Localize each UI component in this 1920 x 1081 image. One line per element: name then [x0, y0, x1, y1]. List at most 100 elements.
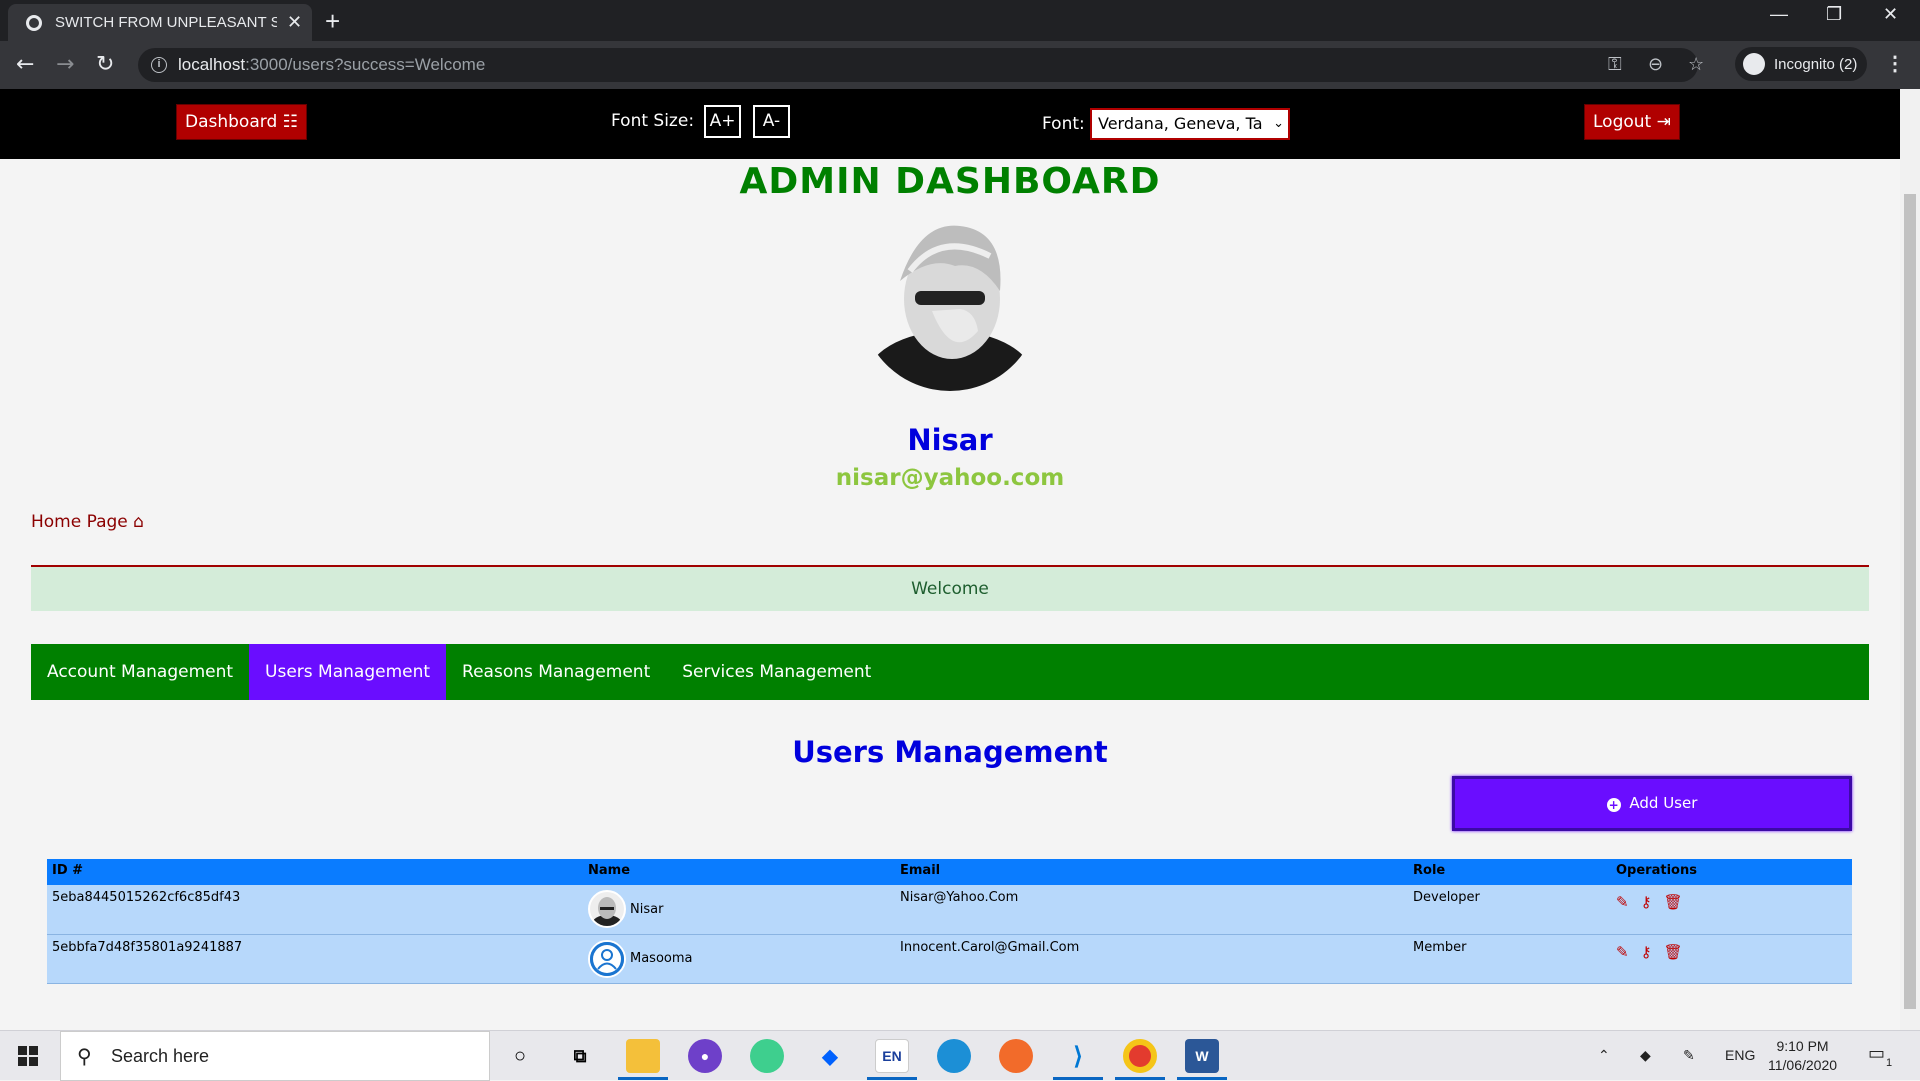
tray-pen-icon[interactable]: ✎	[1683, 1047, 1695, 1064]
bookmark-star-icon[interactable]: ☆	[1688, 54, 1704, 75]
cortana-icon[interactable]: ○	[503, 1039, 537, 1073]
atom-icon[interactable]	[750, 1039, 784, 1073]
page-title: ADMIN DASHBOARD	[739, 161, 1161, 202]
edge-icon[interactable]	[937, 1039, 971, 1073]
word-icon[interactable]: W	[1185, 1039, 1219, 1073]
edit-icon[interactable]: ✎	[1616, 943, 1629, 961]
profile-avatar	[860, 211, 1040, 391]
page-viewport: Dashboard ☷ Font Size: A+ A- Font: Verda…	[0, 89, 1900, 1030]
close-window-icon[interactable]: ✕	[1883, 4, 1898, 25]
browser-toolbar: ← → ↻ i localhost:3000/users?success=Wel…	[0, 41, 1920, 89]
os-taskbar: ⚲ Search here ○ ⧉ ● ◆ EN ⟩ W ⌃ ◆ ✎ ENG 9…	[0, 1030, 1920, 1081]
home-icon: ⌂	[133, 512, 144, 532]
search-icon: ⚲	[77, 1044, 92, 1068]
browser-tab[interactable]: SWITCH FROM UNPLEASANT SC ✕	[8, 4, 312, 41]
table-row: 5ebbfa7d48f35801a9241887 Masooma Innocen…	[47, 934, 1852, 984]
chevron-down-icon: ⌄	[1273, 116, 1284, 131]
user-avatar	[588, 939, 626, 978]
user-id-cell: 5eba8445015262cf6c85df43	[47, 885, 583, 935]
top-navbar: Dashboard ☷ Font Size: A+ A- Font: Verda…	[0, 89, 1900, 159]
tab-services-management[interactable]: Services Management	[666, 644, 887, 700]
language-app-icon[interactable]: EN	[875, 1039, 909, 1073]
forward-arrow-icon[interactable]: →	[56, 52, 74, 77]
user-role-cell: Member	[1408, 934, 1611, 984]
taskbar-search[interactable]: ⚲ Search here	[60, 1031, 490, 1081]
sign-out-icon: ⇥	[1656, 112, 1671, 132]
user-operations-cell: ✎ ⚷ 🗑	[1611, 885, 1852, 935]
font-label: Font:	[1042, 114, 1085, 134]
back-arrow-icon[interactable]: ←	[16, 52, 34, 77]
windows-start-icon[interactable]	[18, 1046, 38, 1066]
tray-chevron-up-icon[interactable]: ⌃	[1598, 1047, 1610, 1064]
key-icon[interactable]: ⚷	[1641, 893, 1652, 911]
notification-icon[interactable]: ▭	[1868, 1043, 1885, 1064]
notification-count: 1	[1886, 1057, 1893, 1069]
font-decrease-button[interactable]: A-	[753, 105, 790, 138]
column-header-email: Email	[895, 859, 1408, 885]
vscode-icon[interactable]: ⟩	[1061, 1039, 1095, 1073]
browser-menu-icon[interactable]: ⋮	[1885, 51, 1905, 76]
restore-icon[interactable]: ❐	[1826, 4, 1842, 25]
user-id-cell: 5ebbfa7d48f35801a9241887	[47, 934, 583, 984]
trash-icon[interactable]: 🗑	[1664, 893, 1683, 911]
user-email-cell: Innocent.Carol@Gmail.Com	[895, 934, 1408, 984]
dashboard-button[interactable]: Dashboard ☷	[176, 104, 307, 140]
tab-reasons-management[interactable]: Reasons Management	[446, 644, 666, 700]
task-view-icon[interactable]: ⧉	[563, 1039, 597, 1073]
user-operations-cell: ✎ ⚷ 🗑	[1611, 934, 1852, 984]
trash-icon[interactable]: 🗑	[1664, 943, 1683, 961]
zoom-icon[interactable]: ⊖	[1648, 54, 1663, 75]
reload-icon[interactable]: ↻	[96, 52, 114, 77]
key-icon[interactable]: ⚷	[1641, 943, 1652, 961]
incognito-badge[interactable]: Incognito (2)	[1735, 47, 1867, 81]
page-scrollbar[interactable]	[1900, 89, 1920, 1030]
file-explorer-icon[interactable]	[626, 1039, 660, 1073]
plus-circle-icon: +	[1606, 798, 1621, 812]
postman-icon[interactable]	[999, 1039, 1033, 1073]
column-header-id: ID #	[47, 859, 583, 885]
column-header-name: Name	[583, 859, 895, 885]
user-avatar	[588, 890, 626, 928]
font-increase-button[interactable]: A+	[704, 105, 741, 138]
column-header-role: Role	[1408, 859, 1611, 885]
users-table: ID # Name Email Role Operations 5eba8445…	[47, 859, 1852, 984]
home-page-link[interactable]: Home Page ⌂	[31, 512, 144, 532]
add-user-button[interactable]: + Add User	[1452, 776, 1852, 831]
tab-title: SWITCH FROM UNPLEASANT SC	[55, 14, 277, 31]
tray-dropbox-icon[interactable]: ◆	[1640, 1047, 1651, 1064]
font-size-label: Font Size:	[611, 111, 695, 131]
tab-account-management[interactable]: Account Management	[31, 644, 249, 700]
user-name-cell: Masooma	[583, 934, 895, 984]
minimize-icon[interactable]: —	[1770, 4, 1788, 25]
edit-icon[interactable]: ✎	[1616, 893, 1629, 911]
dropbox-icon[interactable]: ◆	[813, 1039, 847, 1073]
tab-users-management[interactable]: Users Management	[249, 644, 447, 700]
incognito-icon	[1743, 53, 1765, 75]
table-row: 5eba8445015262cf6c85df43 Nisar Nisar@Yah…	[47, 885, 1852, 935]
font-select[interactable]: Verdana, Geneva, Ta ⌄	[1090, 108, 1290, 140]
url-text[interactable]: localhost:3000/users?success=Welcome	[178, 55, 485, 75]
taskbar-clock[interactable]: 9:10 PM 11/06/2020	[1768, 1037, 1837, 1075]
profile-email: nisar@yahoo.com	[835, 465, 1065, 491]
logout-button[interactable]: Logout ⇥	[1584, 104, 1680, 140]
table-header-row: ID # Name Email Role Operations	[47, 859, 1852, 885]
close-tab-icon[interactable]: ✕	[287, 12, 302, 33]
browser-tabbar: SWITCH FROM UNPLEASANT SC ✕ + — ❐ ✕	[0, 0, 1920, 41]
new-tab-button[interactable]: +	[325, 6, 340, 37]
language-indicator[interactable]: ENG	[1725, 1047, 1755, 1063]
user-email-cell: Nisar@Yahoo.Com	[895, 885, 1408, 935]
user-role-cell: Developer	[1408, 885, 1611, 935]
scrollbar-thumb[interactable]	[1904, 194, 1916, 1009]
site-info-icon[interactable]: i	[151, 57, 167, 73]
chrome-icon[interactable]	[1123, 1039, 1157, 1073]
user-name-cell: Nisar	[583, 885, 895, 935]
github-icon[interactable]: ●	[688, 1039, 722, 1073]
welcome-alert: Welcome	[31, 567, 1869, 611]
address-bar[interactable]: i localhost:3000/users?success=Welcome ⚿…	[138, 48, 1704, 82]
management-tabs: Account Management Users Management Reas…	[31, 644, 1869, 700]
globe-icon	[26, 14, 42, 31]
list-icon: ☷	[282, 112, 298, 132]
section-title: Users Management	[792, 735, 1108, 769]
column-header-operations: Operations	[1611, 859, 1852, 885]
key-icon[interactable]: ⚿	[1608, 54, 1622, 75]
